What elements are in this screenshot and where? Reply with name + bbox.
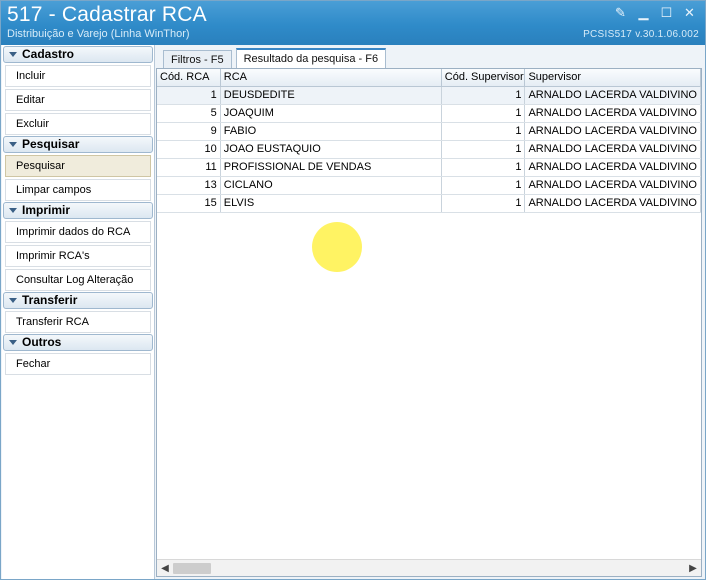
group-header-label: Imprimir: [22, 203, 71, 217]
tab-resultado-da-pesquisa-f6[interactable]: Resultado da pesquisa - F6: [235, 48, 387, 69]
sidebar-item-imprimir-dados-do-rca[interactable]: Imprimir dados do RCA: [5, 221, 151, 243]
table-header-row: Cód. RCA RCA Cód. Supervisor Supervisor: [157, 69, 701, 87]
results-table: Cód. RCA RCA Cód. Supervisor Supervisor 1 DE…: [157, 69, 701, 213]
scroll-right-icon[interactable]: ▶: [687, 563, 699, 574]
cell-cod-rca: 15: [157, 194, 221, 213]
group-header-imprimir[interactable]: Imprimir: [3, 202, 153, 219]
cell-cod-supervisor: 1: [441, 140, 526, 159]
cell-cod-supervisor: 1: [441, 176, 526, 195]
cell-cod-rca: 13: [157, 176, 221, 195]
group-header-label: Cadastro: [22, 47, 75, 61]
main-content: Filtros - F5 Resultado da pesquisa - F6 C…: [155, 45, 706, 579]
cell-supervisor: ARNALDO LACERDA VALDIVINO: [524, 140, 701, 159]
cell-cod-rca: 1: [157, 86, 221, 105]
collapse-icon[interactable]: [9, 298, 17, 303]
cell-cod-rca: 10: [157, 140, 221, 159]
scroll-left-icon[interactable]: ◀: [159, 563, 171, 574]
action-sidebar: Cadastro Incluir Editar Excluir Pesquisar Pes…: [2, 45, 155, 579]
cell-cod-supervisor: 1: [441, 86, 526, 105]
cell-rca: FABIO: [220, 122, 442, 141]
sidebar-item-pesquisar[interactable]: Pesquisar: [5, 155, 151, 177]
table-row[interactable]: 1 DEUSDEDITE 1 ARNALDO LACERDA VALDIVINO: [157, 86, 701, 105]
group-header-pesquisar[interactable]: Pesquisar: [3, 136, 153, 153]
column-header-rca[interactable]: RCA: [220, 69, 442, 87]
sidebar-item-transferir-rca[interactable]: Transferir RCA: [5, 311, 151, 333]
maximize-icon[interactable]: ☐: [659, 5, 674, 20]
cell-cod-supervisor: 1: [441, 104, 526, 123]
collapse-icon[interactable]: [9, 142, 17, 147]
window-subtitle: Distribuição e Varejo (Linha WinThor): [7, 28, 190, 40]
sidebar-item-fechar[interactable]: Fechar: [5, 353, 151, 375]
cell-rca: JOAQUIM: [220, 104, 442, 123]
cell-rca: DEUSDEDITE: [220, 86, 442, 105]
table-row[interactable]: 11 PROFISSIONAL DE VENDAS 1 ARNALDO LACERDA…: [157, 158, 701, 177]
app-window: 517 - Cadastrar RCA Distribuição e Varej…: [0, 0, 706, 580]
cell-supervisor: ARNALDO LACERDA VALDIVINO: [524, 122, 701, 141]
table-row[interactable]: 10 JOAO EUSTAQUIO 1 ARNALDO LACERDA VALDIVI…: [157, 140, 701, 159]
edit-icon[interactable]: ✎: [613, 5, 628, 20]
sidebar-item-limpar-campos[interactable]: Limpar campos: [5, 179, 151, 201]
group-header-outros[interactable]: Outros: [3, 334, 153, 351]
cell-cod-rca: 5: [157, 104, 221, 123]
tab-strip: Filtros - F5 Resultado da pesquisa - F6: [157, 47, 702, 69]
results-grid[interactable]: Cód. RCA RCA Cód. Supervisor Supervisor 1 DE…: [156, 68, 702, 577]
cell-supervisor: ARNALDO LACERDA VALDIVINO: [524, 86, 701, 105]
window-title: 517 - Cadastrar RCA: [7, 3, 207, 26]
group-header-transferir[interactable]: Transferir: [3, 292, 153, 309]
cell-cod-supervisor: 1: [441, 122, 526, 141]
window-controls: ✎ ▁ ☐ ✕: [613, 5, 697, 20]
sidebar-item-consultar-log-alteracao[interactable]: Consultar Log Alteração: [5, 269, 151, 291]
collapse-icon[interactable]: [9, 340, 17, 345]
table-row[interactable]: 5 JOAQUIM 1 ARNALDO LACERDA VALDIVINO: [157, 104, 701, 123]
sidebar-item-incluir[interactable]: Incluir: [5, 65, 151, 87]
sidebar-item-excluir[interactable]: Excluir: [5, 113, 151, 135]
close-icon[interactable]: ✕: [682, 5, 697, 20]
cell-rca: ELVIS: [220, 194, 442, 213]
cell-cod-rca: 11: [157, 158, 221, 177]
column-header-cod-rca[interactable]: Cód. RCA: [157, 69, 221, 87]
horizontal-scrollbar[interactable]: ◀ ▶: [157, 559, 701, 576]
cell-rca: JOAO EUSTAQUIO: [220, 140, 442, 159]
title-bar: 517 - Cadastrar RCA Distribuição e Varej…: [1, 1, 705, 45]
collapse-icon[interactable]: [9, 208, 17, 213]
column-header-cod-supervisor[interactable]: Cód. Supervisor: [441, 69, 526, 87]
cell-rca: PROFISSIONAL DE VENDAS: [220, 158, 442, 177]
cell-rca: CICLANO: [220, 176, 442, 195]
tab-filtros-f5[interactable]: Filtros - F5: [163, 50, 232, 69]
table-row[interactable]: 15 ELVIS 1 ARNALDO LACERDA VALDIVINO: [157, 194, 701, 213]
group-header-label: Pesquisar: [22, 137, 80, 151]
group-header-label: Transferir: [22, 293, 78, 307]
minimize-icon[interactable]: ▁: [636, 5, 651, 20]
table-row[interactable]: 13 CICLANO 1 ARNALDO LACERDA VALDIVINO: [157, 176, 701, 195]
cell-supervisor: ARNALDO LACERDA VALDIVINO: [524, 194, 701, 213]
version-label: PCSIS517 v.30.1.06.002: [583, 29, 699, 40]
cell-supervisor: ARNALDO LACERDA VALDIVINO: [524, 158, 701, 177]
table-row[interactable]: 9 FABIO 1 ARNALDO LACERDA VALDIVINO: [157, 122, 701, 141]
column-header-supervisor[interactable]: Supervisor: [524, 69, 701, 87]
scroll-thumb[interactable]: [173, 563, 211, 574]
sidebar-item-imprimir-rca-s[interactable]: Imprimir RCA's: [5, 245, 151, 267]
sidebar-item-editar[interactable]: Editar: [5, 89, 151, 111]
cell-cod-supervisor: 1: [441, 158, 526, 177]
cell-supervisor: ARNALDO LACERDA VALDIVINO: [524, 176, 701, 195]
group-header-cadastro[interactable]: Cadastro: [3, 46, 153, 63]
cell-supervisor: ARNALDO LACERDA VALDIVINO: [524, 104, 701, 123]
collapse-icon[interactable]: [9, 52, 17, 57]
cell-cod-rca: 9: [157, 122, 221, 141]
group-header-label: Outros: [22, 335, 62, 349]
cell-cod-supervisor: 1: [441, 194, 526, 213]
